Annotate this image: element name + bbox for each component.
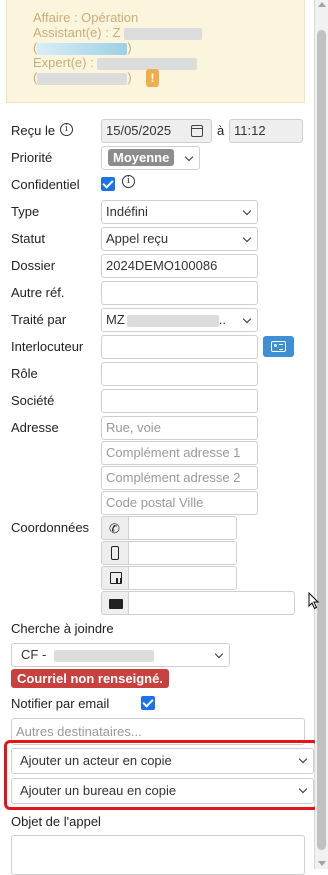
mobile-icon	[111, 546, 119, 560]
notifier-label: Notifier par email	[11, 696, 110, 711]
recu-le-text: Reçu le	[11, 123, 56, 138]
confidentiel-label: Confidentiel	[11, 177, 80, 192]
company-input[interactable]	[101, 389, 258, 413]
phone-addon: ✆	[101, 516, 129, 540]
redacted-contact	[37, 72, 128, 85]
info-icon[interactable]: i	[60, 123, 73, 136]
email-missing-alert: Courriel non renseigné.	[11, 669, 169, 688]
adresse-label: Adresse	[11, 420, 59, 435]
cherche-label: Cherche à joindre	[11, 621, 114, 636]
assistant-contact-line: ()	[33, 40, 132, 55]
info-icon[interactable]: i	[122, 175, 135, 188]
other-ref-input[interactable]	[101, 281, 258, 305]
objet-label: Objet de l'appel	[11, 814, 101, 829]
priority-badge: Moyenne	[108, 149, 175, 166]
date-value: 15/05/2025	[106, 123, 172, 138]
redacted-target	[53, 649, 154, 662]
societe-label: Société	[11, 393, 55, 408]
contact-input[interactable]	[101, 335, 258, 359]
expert-line: Expert(e) :	[33, 55, 198, 70]
envelope-icon	[109, 599, 123, 609]
role-label: Rôle	[11, 366, 38, 381]
handled-by-select[interactable]: MZ..	[101, 308, 258, 332]
postal-code-city-input[interactable]: Code postal Ville	[101, 491, 258, 515]
role-input[interactable]	[101, 362, 258, 386]
expert-contact-line: ()	[33, 70, 132, 85]
email-addon	[101, 591, 129, 615]
notify-email-checkbox[interactable]	[141, 696, 155, 710]
email-input[interactable]	[128, 591, 295, 615]
fax-addon	[101, 566, 129, 590]
mobile-input[interactable]	[128, 541, 237, 565]
statut-label: Statut	[11, 231, 45, 246]
time-received-input[interactable]: 11:12	[229, 119, 303, 143]
paren-close: )	[127, 40, 132, 55]
type-label: Type	[11, 204, 40, 219]
street-input[interactable]: Rue, voie	[101, 416, 258, 440]
vertical-scrollbar[interactable]	[315, 0, 328, 869]
recu-le-label: Reçu le	[11, 123, 55, 138]
assistant-line: Assistant(e) : Z	[33, 25, 203, 40]
address-complement-2-input[interactable]: Complément adresse 2	[101, 466, 258, 490]
assistant-text: Assistant(e) : Z	[33, 25, 121, 40]
fax-input[interactable]	[128, 566, 237, 590]
status-select[interactable]: Appel reçu	[101, 227, 258, 251]
priority-select[interactable]: Moyenne	[101, 146, 200, 170]
redacted-handler	[126, 314, 219, 327]
phone-icon: ✆	[109, 521, 120, 536]
handler-initials: MZ	[106, 312, 125, 327]
type-select[interactable]: Indéfini	[101, 200, 258, 224]
autre-ref-label: Autre réf.	[11, 285, 65, 300]
traite-par-label: Traité par	[11, 312, 67, 327]
affaire-line: Affaire : Opération	[33, 10, 139, 25]
redacted-contact	[37, 42, 128, 55]
reach-target-prefix: CF -	[21, 647, 47, 662]
coordonnees-label: Coordonnées	[11, 520, 90, 535]
mouse-cursor-icon	[308, 592, 320, 610]
scroll-up-icon[interactable]	[318, 2, 326, 7]
interlocuteur-label: Interlocuteur	[11, 339, 84, 354]
confidential-checkbox[interactable]	[101, 177, 115, 191]
reach-target-select[interactable]: CF -	[11, 643, 230, 667]
address-card-icon	[271, 341, 286, 352]
contact-card-button[interactable]	[263, 336, 294, 357]
call-form-panel: Affaire : Opération Assistant(e) : Z () …	[0, 0, 319, 875]
phone-input[interactable]	[128, 516, 237, 540]
ellipsis: ..	[218, 312, 227, 327]
paren-close: )	[127, 70, 132, 85]
highlight-frame	[4, 740, 319, 810]
calendar-icon[interactable]	[191, 125, 203, 137]
fax-icon	[110, 572, 122, 584]
mobile-addon	[101, 541, 129, 565]
redacted-name	[124, 27, 203, 40]
call-subject-textarea[interactable]	[11, 835, 305, 875]
expert-text: Expert(e) :	[33, 55, 94, 70]
priorite-label: Priorité	[11, 150, 53, 165]
warning-icon[interactable]: !	[146, 69, 159, 87]
a-label: à	[217, 123, 225, 138]
scroll-down-icon[interactable]	[318, 861, 326, 866]
dossier-input[interactable]: 2024DEMO100086	[101, 254, 258, 278]
redacted-expert-name	[97, 57, 198, 70]
affaire-info-box: Affaire : Opération Assistant(e) : Z () …	[6, 0, 305, 103]
dossier-label: Dossier	[11, 258, 56, 273]
address-complement-1-input[interactable]: Complément adresse 1	[101, 441, 258, 465]
date-received-input[interactable]: 15/05/2025	[101, 119, 212, 143]
scroll-thumb[interactable]	[317, 30, 326, 850]
